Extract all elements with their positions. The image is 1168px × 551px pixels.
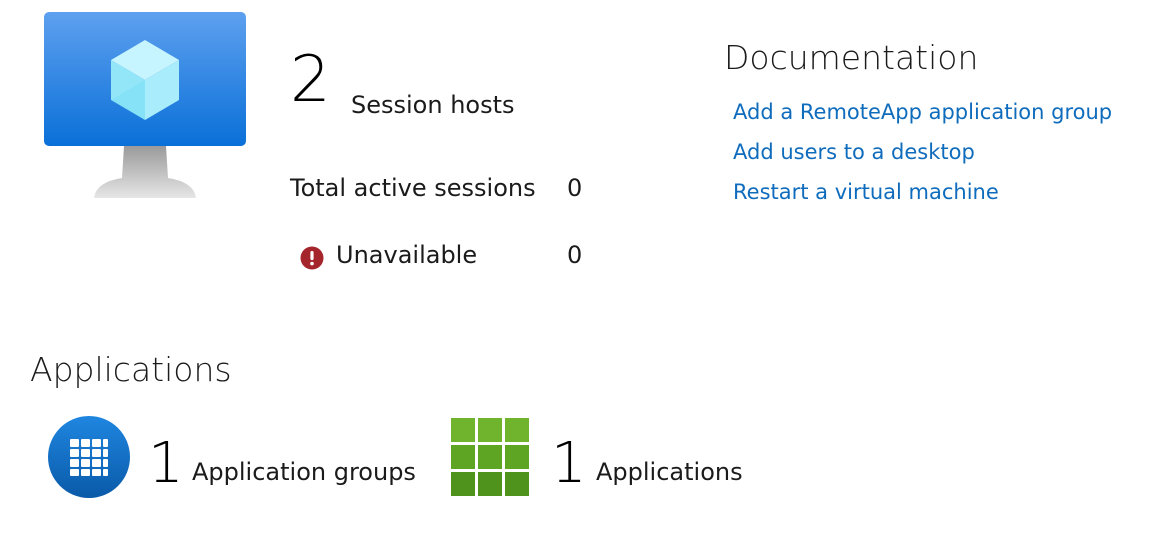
unavailable-label: Unavailable <box>336 241 478 269</box>
doc-link-add-remoteapp-group[interactable]: Add a RemoteApp application group <box>733 100 1112 124</box>
doc-link-restart-vm[interactable]: Restart a virtual machine <box>733 180 999 204</box>
applications-count: 1 <box>551 431 587 496</box>
total-active-sessions-label: Total active sessions <box>290 174 536 202</box>
doc-link-add-users-desktop[interactable]: Add users to a desktop <box>733 140 975 164</box>
applications-title: Applications <box>30 350 232 389</box>
applications-label: Applications <box>596 458 743 486</box>
virtual-desktop-monitor-icon <box>44 12 246 200</box>
unavailable-value: 0 <box>567 241 583 269</box>
application-groups-label: Application groups <box>192 458 416 486</box>
error-icon <box>300 246 324 270</box>
application-group-icon <box>47 415 131 499</box>
total-active-sessions-value: 0 <box>567 174 583 202</box>
applications-grid-icon <box>451 418 531 498</box>
documentation-title: Documentation <box>724 38 979 77</box>
session-hosts-count: 2 <box>290 43 331 117</box>
application-groups-count: 1 <box>148 431 184 496</box>
session-hosts-label: Session hosts <box>351 91 515 119</box>
